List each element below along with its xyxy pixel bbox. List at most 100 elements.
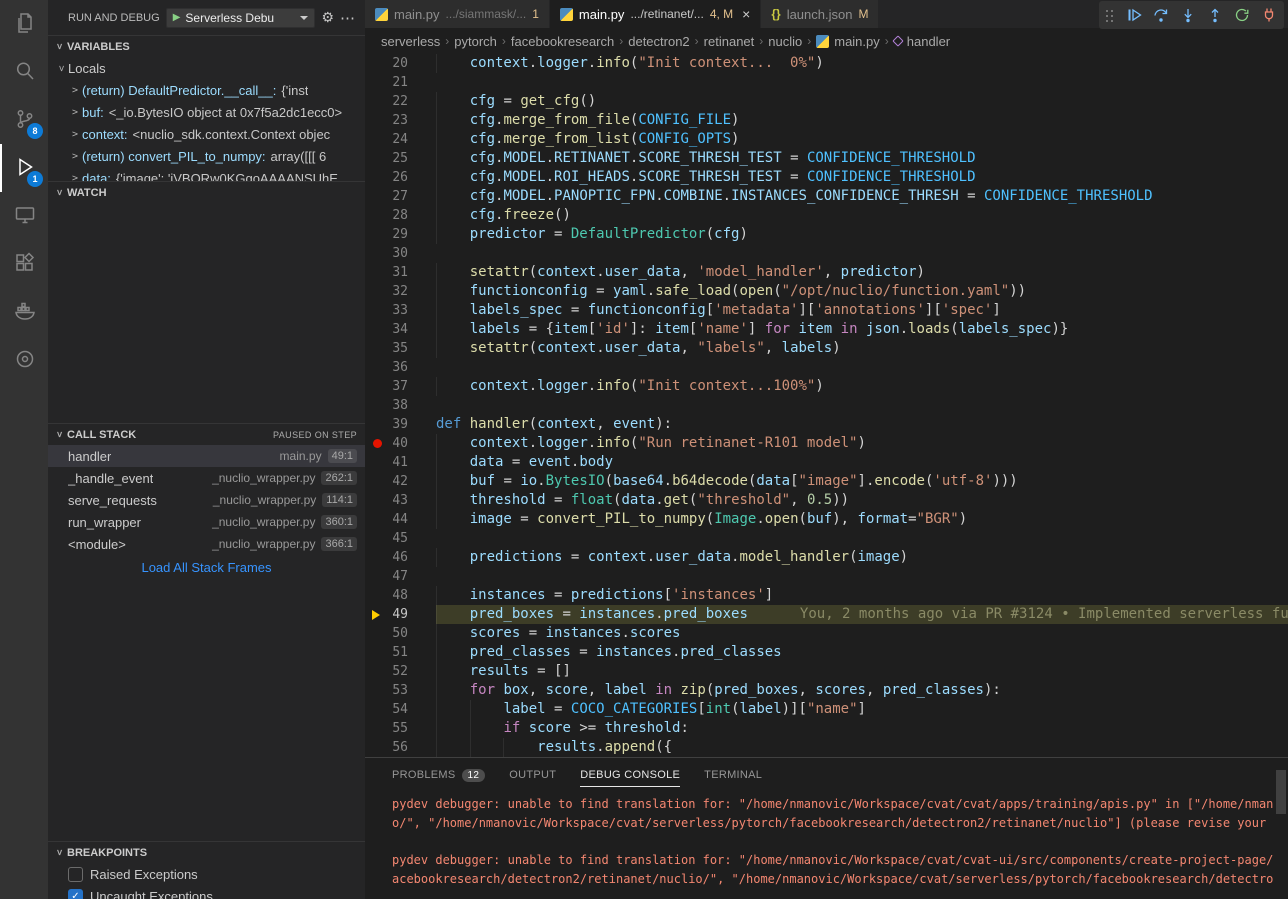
editor-gutter[interactable]: 29 — [365, 225, 436, 244]
checkbox[interactable]: ✓ — [68, 889, 83, 899]
code-content[interactable]: context.logger.info("Run retinanet-R101 … — [436, 434, 1288, 453]
code-content[interactable]: cfg.MODEL.RETINANET.SCORE_THRESH_TEST = … — [436, 149, 1288, 168]
close-tab-icon[interactable]: × — [742, 6, 750, 22]
code-line[interactable]: 31 setattr(context.user_data, 'model_han… — [365, 263, 1288, 282]
code-line[interactable]: 25 cfg.MODEL.RETINANET.SCORE_THRESH_TEST… — [365, 149, 1288, 168]
code-line[interactable]: 39def handler(context, event): — [365, 415, 1288, 434]
code-content[interactable]: setattr(context.user_data, 'model_handle… — [436, 263, 1288, 282]
call-stack-section-header[interactable]: > CALL STACK PAUSED ON STEP — [48, 423, 365, 445]
activity-item-docker[interactable] — [0, 288, 48, 336]
code-content[interactable]: if score >= threshold: — [436, 719, 1288, 738]
watch-section-header[interactable]: > WATCH — [48, 181, 365, 203]
editor-gutter[interactable]: 44 — [365, 510, 436, 529]
code-content[interactable]: for box, score, label in zip(pred_boxes,… — [436, 681, 1288, 700]
step-into-button[interactable] — [1179, 6, 1197, 24]
toolbar-drag-grip[interactable] — [1105, 9, 1114, 22]
code-content[interactable]: predictions = context.user_data.model_ha… — [436, 548, 1288, 567]
editor-gutter[interactable]: 38 — [365, 396, 436, 415]
code-content[interactable]: threshold = float(data.get("threshold", … — [436, 491, 1288, 510]
code-content[interactable]: instances = predictions['instances'] — [436, 586, 1288, 605]
panel-scrollbar[interactable] — [1276, 770, 1286, 814]
variables-scope-row[interactable]: >Locals — [48, 57, 365, 79]
activity-item-debug-tool[interactable] — [0, 336, 48, 384]
code-line[interactable]: 26 cfg.MODEL.ROI_HEADS.SCORE_THRESH_TEST… — [365, 168, 1288, 187]
panel-tab-debug-console[interactable]: DEBUG CONSOLE — [580, 765, 680, 787]
code-content[interactable] — [436, 73, 1288, 92]
code-content[interactable]: scores = instances.scores — [436, 624, 1288, 643]
editor-gutter[interactable]: 24 — [365, 130, 436, 149]
editor-gutter[interactable]: 34 — [365, 320, 436, 339]
code-content[interactable]: predictor = DefaultPredictor(cfg) — [436, 225, 1288, 244]
variable-row[interactable]: >buf:<_io.BytesIO object at 0x7f5a2dc1ec… — [48, 101, 365, 123]
code-line[interactable]: 55 if score >= threshold: — [365, 719, 1288, 738]
editor-gutter[interactable]: 48 — [365, 586, 436, 605]
breakpoint-icon[interactable] — [373, 439, 382, 448]
code-line[interactable]: 24 cfg.merge_from_list(CONFIG_OPTS) — [365, 130, 1288, 149]
code-line[interactable]: 36 — [365, 358, 1288, 377]
code-line[interactable]: 35 setattr(context.user_data, "labels", … — [365, 339, 1288, 358]
activity-item-remote-explorer[interactable] — [0, 192, 48, 240]
code-line[interactable]: 51 pred_classes = instances.pred_classes — [365, 643, 1288, 662]
code-line[interactable]: 23 cfg.merge_from_file(CONFIG_FILE) — [365, 111, 1288, 130]
stack-frame-row[interactable]: <module>_nuclio_wrapper.py366:1 — [48, 533, 365, 555]
code-line[interactable]: 50 scores = instances.scores — [365, 624, 1288, 643]
activity-item-extensions[interactable] — [0, 240, 48, 288]
code-line[interactable]: 29 predictor = DefaultPredictor(cfg) — [365, 225, 1288, 244]
editor-gutter[interactable]: 42 — [365, 472, 436, 491]
code-line[interactable]: 44 image = convert_PIL_to_numpy(Image.op… — [365, 510, 1288, 529]
panel-tab-problems[interactable]: PROBLEMS12 — [392, 765, 485, 787]
stack-frame-row[interactable]: run_wrapper_nuclio_wrapper.py360:1 — [48, 511, 365, 533]
variable-row[interactable]: >(return) convert_PIL_to_numpy:array([[[… — [48, 145, 365, 167]
code-content[interactable]: cfg.merge_from_list(CONFIG_OPTS) — [436, 130, 1288, 149]
code-content[interactable]: buf = io.BytesIO(base64.b64decode(data["… — [436, 472, 1288, 491]
stack-frame-row[interactable]: _handle_event_nuclio_wrapper.py262:1 — [48, 467, 365, 489]
breadcrumb-item[interactable]: handler — [907, 34, 950, 49]
code-line[interactable]: 47 — [365, 567, 1288, 586]
editor-gutter[interactable]: 23 — [365, 111, 436, 130]
code-line[interactable]: 43 threshold = float(data.get("threshold… — [365, 491, 1288, 510]
editor-gutter[interactable]: 55 — [365, 719, 436, 738]
editor-gutter[interactable]: 46 — [365, 548, 436, 567]
code-line[interactable]: 52 results = [] — [365, 662, 1288, 681]
code-content[interactable] — [436, 244, 1288, 263]
editor-gutter[interactable]: 30 — [365, 244, 436, 263]
editor-gutter[interactable]: 56 — [365, 738, 436, 757]
more-actions-icon[interactable]: ⋯ — [340, 9, 355, 27]
code-content[interactable]: cfg.MODEL.PANOPTIC_FPN.COMBINE.INSTANCES… — [436, 187, 1288, 206]
breadcrumb-item[interactable]: pytorch — [454, 34, 497, 49]
activity-item-source-control[interactable]: 8 — [0, 96, 48, 144]
variable-row[interactable]: >data:{'image': 'iVBORw0KGgoAAAANSUhE — [48, 167, 365, 181]
code-line[interactable]: 34 labels = {item['id']: item['name'] fo… — [365, 320, 1288, 339]
editor-gutter[interactable]: 53 — [365, 681, 436, 700]
editor-tab[interactable]: {}launch.jsonM — [761, 0, 879, 28]
continue-button[interactable] — [1125, 6, 1143, 24]
breadcrumb-item[interactable]: serverless — [381, 34, 440, 49]
stack-frame-row[interactable]: handlermain.py49:1 — [48, 445, 365, 467]
code-line[interactable]: 33 labels_spec = functionconfig['metadat… — [365, 301, 1288, 320]
code-line[interactable]: 40 context.logger.info("Run retinanet-R1… — [365, 434, 1288, 453]
stack-frame-row[interactable]: serve_requests_nuclio_wrapper.py114:1 — [48, 489, 365, 511]
code-line[interactable]: 46 predictions = context.user_data.model… — [365, 548, 1288, 567]
code-content[interactable]: cfg.merge_from_file(CONFIG_FILE) — [436, 111, 1288, 130]
code-line[interactable]: 42 buf = io.BytesIO(base64.b64decode(dat… — [365, 472, 1288, 491]
activity-item-explorer[interactable] — [0, 0, 48, 48]
code-content[interactable]: pred_classes = instances.pred_classes — [436, 643, 1288, 662]
variable-row[interactable]: >(return) DefaultPredictor.__call__:{'in… — [48, 79, 365, 101]
code-content[interactable]: cfg = get_cfg() — [436, 92, 1288, 111]
code-line[interactable]: 22 cfg = get_cfg() — [365, 92, 1288, 111]
code-content[interactable]: label = COCO_CATEGORIES[int(label)]["nam… — [436, 700, 1288, 719]
breadcrumb-item[interactable]: detectron2 — [628, 34, 689, 49]
breadcrumb-item[interactable]: main.py — [834, 34, 880, 49]
debug-settings-gear-icon[interactable]: ⚙ — [321, 9, 334, 26]
panel-tab-output[interactable]: OUTPUT — [509, 765, 556, 787]
debug-config-dropdown[interactable]: ▶ Serverless Debu — [166, 8, 316, 28]
checkbox[interactable] — [68, 867, 83, 882]
code-line[interactable]: 53 for box, score, label in zip(pred_box… — [365, 681, 1288, 700]
breadcrumb-item[interactable]: retinanet — [704, 34, 755, 49]
panel-tab-terminal[interactable]: TERMINAL — [704, 765, 762, 787]
breakpoints-section-header[interactable]: > BREAKPOINTS — [48, 841, 365, 863]
code-content[interactable] — [436, 358, 1288, 377]
code-line[interactable]: 30 — [365, 244, 1288, 263]
editor-tab[interactable]: main.py.../siammask/...1 — [365, 0, 550, 28]
code-content[interactable]: cfg.freeze() — [436, 206, 1288, 225]
